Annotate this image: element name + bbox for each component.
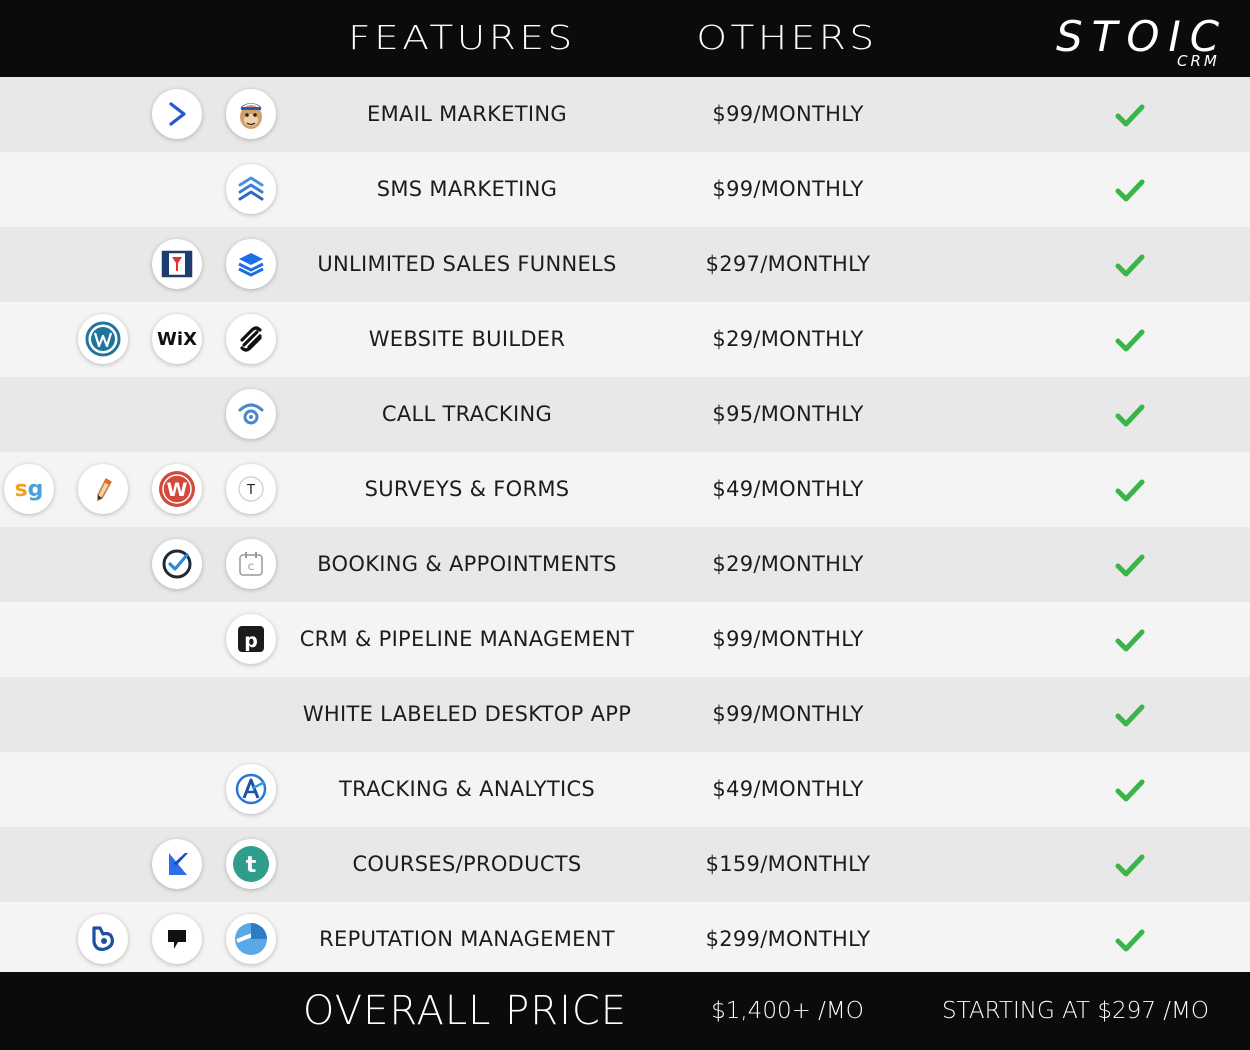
acuity-check-icon [152, 539, 202, 589]
wordpress-icon [78, 314, 128, 364]
surveygizmo-icon: sg [4, 464, 54, 514]
stoic-total-price: STARTING AT $297 /MO [942, 998, 1209, 1024]
checkmark-icon [1115, 478, 1145, 502]
podium-icon [152, 914, 202, 964]
svg-text:W: W [167, 479, 188, 501]
others-total-price: $1,400+ /MO [711, 998, 864, 1024]
table-footer: OVERALL PRICE $1,400+ /MO STARTING AT $2… [0, 972, 1250, 1050]
checkmark-icon [1115, 253, 1145, 277]
reputation-icon [226, 914, 276, 964]
table-row: CALL TRACKING $95/MONTHLY [0, 377, 1250, 452]
table-row: UNLIMITED SALES FUNNELS $297/MONTHLY [0, 227, 1250, 302]
table-row: SMS MARKETING $99/MONTHLY [0, 152, 1250, 227]
wufoo-icon: W [152, 464, 202, 514]
feature-name: CRM & PIPELINE MANAGEMENT [299, 627, 635, 651]
table-row: WiX WEBSITE BUILDER $29/MONTHLY [0, 302, 1250, 377]
squarespace-icon [226, 314, 276, 364]
others-price: $297/MONTHLY [705, 252, 871, 276]
sms-chevrons-icon [226, 164, 276, 214]
comparison-rows: EMAIL MARKETING $99/MONTHLY SMS MARKETING $… [0, 77, 1250, 977]
feature-name: UNLIMITED SALES FUNNELS [317, 252, 617, 276]
analytics-a-icon [226, 764, 276, 814]
others-price: $95/MONTHLY [712, 402, 864, 426]
others-price: $99/MONTHLY [712, 627, 864, 651]
checkmark-icon [1115, 178, 1145, 202]
checkmark-icon [1115, 403, 1145, 427]
mailchimp-icon [226, 89, 276, 139]
others-price: $99/MONTHLY [712, 702, 864, 726]
others-column-header: OTHERS [696, 18, 878, 57]
checkmark-icon [1115, 928, 1145, 952]
table-row: EMAIL MARKETING $99/MONTHLY [0, 77, 1250, 152]
table-row: sg W T SURVEYS & FORMS $49/MONTHLY [0, 452, 1250, 527]
svg-text:C: C [248, 563, 254, 573]
feature-name: TRACKING & ANALYTICS [338, 777, 596, 801]
svg-text:T: T [246, 483, 255, 498]
checkmark-icon [1115, 553, 1145, 577]
feature-name: EMAIL MARKETING [367, 102, 567, 126]
pencil-icon [78, 464, 128, 514]
brand-sub: CRM [1177, 52, 1220, 70]
overall-price-label: OVERALL PRICE [302, 988, 628, 1034]
activecampaign-icon [152, 89, 202, 139]
feature-name: BOOKING & APPOINTMENTS [317, 552, 617, 576]
others-price: $159/MONTHLY [705, 852, 871, 876]
others-price: $99/MONTHLY [712, 177, 864, 201]
table-row: p CRM & PIPELINE MANAGEMENT $99/MONTHLY [0, 602, 1250, 677]
checkmark-icon [1115, 703, 1145, 727]
calendly-icon: C [226, 539, 276, 589]
stoic-crm-logo: STOIC CRM [1040, 8, 1230, 74]
feature-name: WEBSITE BUILDER [368, 327, 566, 351]
checkmark-icon [1115, 328, 1145, 352]
feature-name: SMS MARKETING [376, 177, 558, 201]
checkmark-icon [1115, 853, 1145, 877]
checkmark-icon [1115, 628, 1145, 652]
others-price: $49/MONTHLY [712, 477, 864, 501]
checkmark-icon [1115, 103, 1145, 127]
table-row: TRACKING & ANALYTICS $49/MONTHLY [0, 752, 1250, 827]
svg-text:WiX: WiX [157, 329, 197, 350]
svg-text:sg: sg [15, 477, 44, 502]
table-row: t COURSES/PRODUCTS $159/MONTHLY [0, 827, 1250, 902]
wix-icon: WiX [152, 314, 202, 364]
kajabi-icon [152, 839, 202, 889]
feature-name: COURSES/PRODUCTS [352, 852, 582, 876]
table-row: C BOOKING & APPOINTMENTS $29/MONTHLY [0, 527, 1250, 602]
table-row: REPUTATION MANAGEMENT $299/MONTHLY [0, 902, 1250, 977]
others-price: $99/MONTHLY [712, 102, 864, 126]
birdeye-icon [78, 914, 128, 964]
others-price: $29/MONTHLY [712, 552, 864, 576]
layers-icon [226, 239, 276, 289]
features-column-header: FEATURES [348, 18, 576, 57]
clickfunnels-icon [152, 239, 202, 289]
others-price: $49/MONTHLY [712, 777, 864, 801]
svg-text:p: p [244, 630, 258, 652]
svg-text:t: t [246, 853, 257, 878]
table-header: FEATURES OTHERS STOIC CRM [0, 0, 1250, 77]
checkmark-icon [1115, 778, 1145, 802]
table-row: WHITE LABELED DESKTOP APP $99/MONTHLY [0, 677, 1250, 752]
others-price: $29/MONTHLY [712, 327, 864, 351]
feature-name: WHITE LABELED DESKTOP APP [302, 702, 632, 726]
teachable-icon: t [226, 839, 276, 889]
pipedrive-icon: p [226, 614, 276, 664]
typeform-icon: T [226, 464, 276, 514]
feature-name: CALL TRACKING [381, 402, 553, 426]
feature-name: SURVEYS & FORMS [364, 477, 570, 501]
feature-name: REPUTATION MANAGEMENT [319, 927, 615, 951]
others-price: $299/MONTHLY [705, 927, 871, 951]
calltracking-icon [226, 389, 276, 439]
